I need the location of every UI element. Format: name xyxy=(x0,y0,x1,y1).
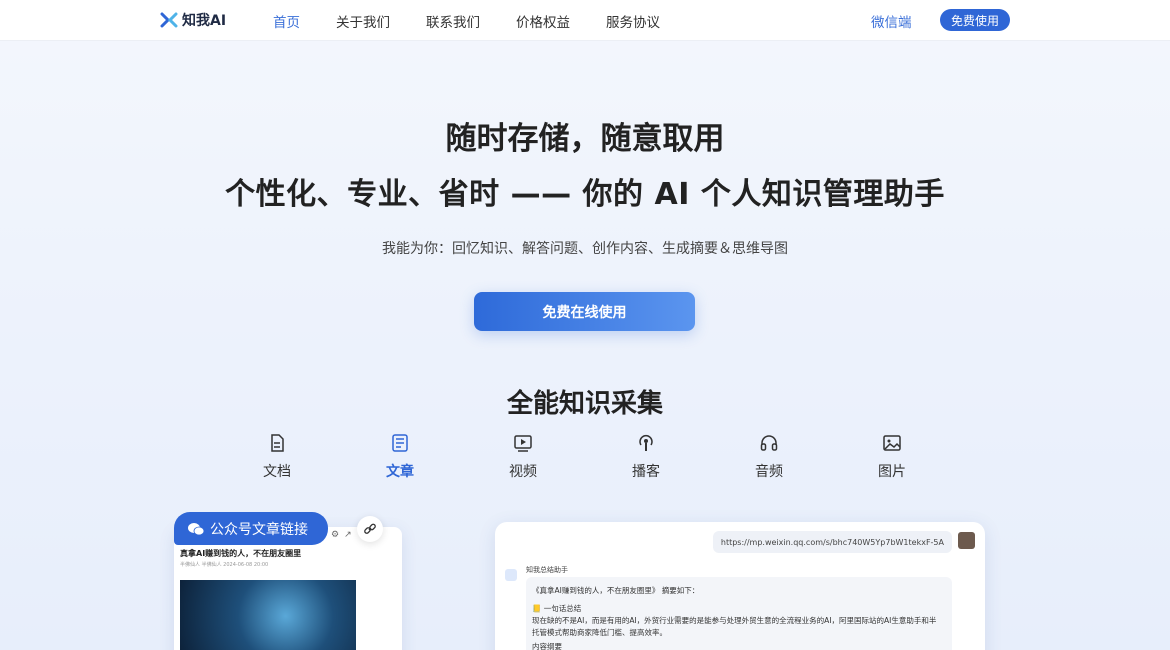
chat-preview-card: https://mp.weixin.qq.com/s/bhc740W5Yp7bW… xyxy=(495,522,985,650)
article-meta: 半佛仙人 半佛仙人 2024-06-08 20:00 xyxy=(180,562,269,568)
image-icon xyxy=(883,435,901,451)
free-online-use-button[interactable]: 免费在线使用 xyxy=(474,292,695,331)
bot-name: 知我总结助手 xyxy=(526,566,568,574)
user-url-message: https://mp.weixin.qq.com/s/bhc740W5Yp7bW… xyxy=(712,531,952,553)
tab-audio[interactable]: 音频 xyxy=(739,433,799,481)
tab-image[interactable]: 图片 xyxy=(862,433,922,481)
summary-text-line: 托管模式帮助商家降低门槛、提高效率。 xyxy=(532,628,667,637)
nav-link-contact[interactable]: 联系我们 xyxy=(426,11,480,31)
free-use-button[interactable]: 免费使用 xyxy=(940,9,1010,31)
logo[interactable]: 知我AI xyxy=(160,10,226,30)
settings-icon[interactable]: ⚙ xyxy=(331,530,339,540)
card-toolbar: ⚙ ↗ xyxy=(331,530,352,540)
summary-section-label: 📒 一句话总结 xyxy=(532,603,946,615)
hero-description: 我能为你：回忆知识、解答问题、创作内容、生成摘要＆思维导图 xyxy=(382,241,788,257)
tab-video[interactable]: 视频 xyxy=(493,433,553,481)
user-avatar xyxy=(958,532,975,549)
wechat-icon xyxy=(188,522,204,535)
outline-label: 内容纲要 xyxy=(532,642,562,650)
nav-link-pricing[interactable]: 价格权益 xyxy=(516,11,570,31)
headphones-icon xyxy=(760,435,778,451)
article-preview-card: 真拿AI赚到钱的人，不在朋友圈里 半佛仙人 半佛仙人 2024-06-08 20… xyxy=(174,527,402,650)
nav-link-terms[interactable]: 服务协议 xyxy=(606,11,660,31)
tab-label: 音频 xyxy=(755,464,783,480)
nav-link-about[interactable]: 关于我们 xyxy=(336,11,390,31)
tab-label: 播客 xyxy=(632,464,660,480)
wechat-article-link-pill: 公众号文章链接 xyxy=(174,512,328,545)
tab-document[interactable]: 文档 xyxy=(247,433,307,481)
tab-label: 图片 xyxy=(878,464,906,480)
tab-label: 视频 xyxy=(509,464,537,480)
podcast-icon xyxy=(639,435,653,451)
logo-text: 知我AI xyxy=(182,13,227,29)
tab-podcast[interactable]: 播客 xyxy=(616,433,676,481)
hero-subtitle: 个性化、专业、省时 —— 你的 AI 个人知识管理助手 xyxy=(225,177,945,212)
article-icon xyxy=(392,434,408,452)
tab-label: 文章 xyxy=(386,464,414,480)
hero-title: 随时存储，随意取用 xyxy=(445,121,725,157)
share-icon[interactable]: ↗ xyxy=(344,530,352,540)
pill-label: 公众号文章链接 xyxy=(210,521,308,538)
nav-links: 首页 关于我们 联系我们 价格权益 服务协议 xyxy=(273,11,696,31)
bot-avatar xyxy=(505,569,517,581)
section-title: 全能知识采集 xyxy=(506,389,663,419)
top-navbar: 知我AI 首页 关于我们 联系我们 价格权益 服务协议 微信端 免费使用 xyxy=(0,0,1170,41)
document-icon xyxy=(271,434,284,452)
summary-text-line: 现在缺的不是AI，而是有用的AI，外贸行业需要的是能参与处理外贸生意的全流程业务… xyxy=(532,616,937,625)
link-button[interactable] xyxy=(357,516,383,542)
article-title: 真拿AI赚到钱的人，不在朋友圈里 xyxy=(180,549,302,558)
article-cover-image xyxy=(180,580,356,650)
video-icon xyxy=(514,435,532,452)
summary-head: 《真拿AI赚到钱的人，不在朋友圈里》 摘要如下： xyxy=(532,586,700,595)
bot-summary-message: 《真拿AI赚到钱的人，不在朋友圈里》 摘要如下： 📒 一句话总结 现在缺的不是A… xyxy=(526,577,952,650)
tab-label: 文档 xyxy=(263,464,291,480)
note-icon: 📒 xyxy=(532,604,544,613)
section-label-text: 一句话总结 xyxy=(543,604,582,613)
link-icon xyxy=(364,523,376,534)
logo-icon xyxy=(160,12,178,28)
nav-wechat-link[interactable]: 微信端 xyxy=(871,11,912,31)
nav-link-home[interactable]: 首页 xyxy=(273,11,300,31)
tab-article[interactable]: 文章 xyxy=(370,433,430,481)
